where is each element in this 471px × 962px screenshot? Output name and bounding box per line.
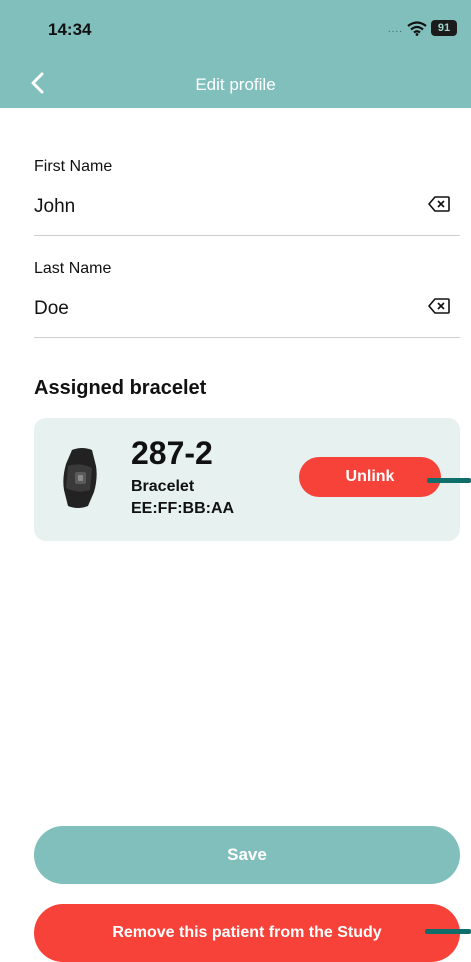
last-name-label: Last Name (34, 260, 112, 277)
bracelet-icon (58, 446, 102, 515)
cellular-signal-icon: .... (387, 24, 403, 35)
bracelet-type: Bracelet (131, 478, 195, 495)
first-name-label: First Name (34, 158, 113, 175)
unlink-pointer-indicator (427, 478, 471, 483)
backspace-clear-icon[interactable] (428, 196, 450, 217)
wifi-icon (407, 20, 427, 36)
bracelet-mac-address: EE:FF:BB:AA (131, 500, 235, 517)
first-name-divider (34, 235, 460, 236)
first-name-input[interactable] (34, 196, 414, 218)
assigned-bracelet-title: Assigned bracelet (34, 377, 207, 399)
remove-pointer-indicator (425, 929, 471, 934)
page-title: Edit profile (195, 75, 276, 94)
last-name-field: Last Name (34, 260, 460, 338)
unlink-button[interactable]: Unlink (299, 457, 441, 497)
app-header: 14:34 .... 91 Edit profile (0, 0, 471, 108)
save-button[interactable]: Save (34, 826, 460, 884)
bracelet-id: 287-2 (131, 435, 213, 471)
bracelet-card: 287-2 Bracelet EE:FF:BB:AA Unlink (34, 418, 460, 541)
remove-patient-button[interactable]: Remove this patient from the Study (34, 904, 460, 962)
first-name-field: First Name (34, 158, 460, 236)
last-name-input[interactable] (34, 298, 414, 320)
status-time: 14:34 (48, 20, 92, 39)
last-name-divider (34, 337, 460, 338)
status-icons: .... 91 (388, 20, 457, 36)
battery-icon: 91 (431, 20, 457, 36)
backspace-clear-icon[interactable] (428, 298, 450, 319)
